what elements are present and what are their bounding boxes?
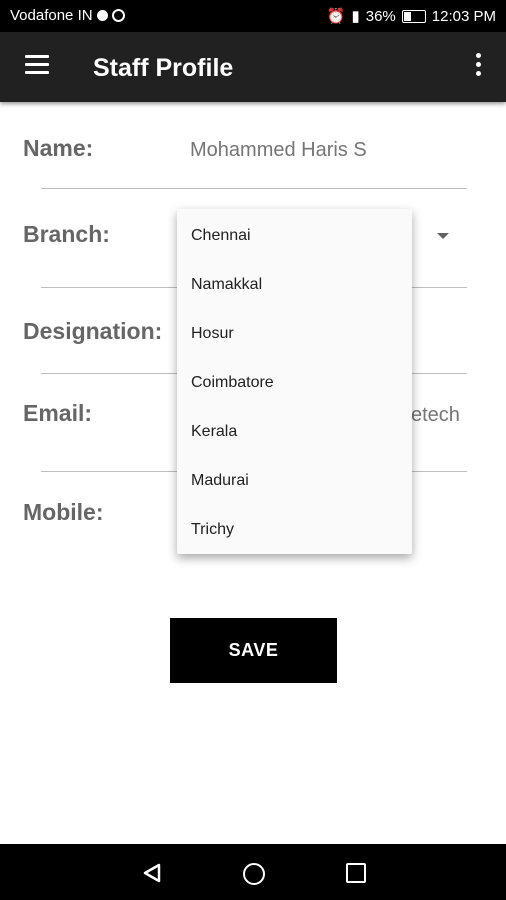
dropdown-option-namakkal[interactable]: Namakkal bbox=[191, 276, 262, 294]
status-bar: Vodafone IN ⏰ ▮ 36% 12:03 PM bbox=[0, 0, 506, 32]
name-value[interactable]: Mohammed Haris S bbox=[190, 139, 367, 162]
hamburger-menu-icon[interactable] bbox=[25, 55, 49, 75]
email-value[interactable]: etech bbox=[411, 404, 460, 427]
name-label: Name: bbox=[23, 135, 94, 161]
carrier-label: Vodafone IN bbox=[10, 7, 93, 24]
caret-down-icon[interactable] bbox=[437, 233, 449, 239]
battery-percent: 36% bbox=[365, 7, 396, 25]
divider bbox=[41, 188, 467, 189]
dropdown-option-chennai[interactable]: Chennai bbox=[191, 227, 251, 245]
branch-label: Branch: bbox=[23, 221, 110, 247]
alarm-icon: ⏰ bbox=[326, 8, 346, 25]
dropdown-option-trichy[interactable]: Trichy bbox=[191, 521, 234, 539]
home-circle-icon[interactable] bbox=[243, 863, 265, 885]
sync-icon bbox=[111, 9, 125, 22]
signal-icon: ▮ bbox=[351, 8, 360, 25]
app-bar: Staff Profile bbox=[0, 32, 506, 102]
notification-dot-icon bbox=[96, 10, 108, 21]
dropdown-option-hosur[interactable]: Hosur bbox=[191, 325, 234, 343]
navigation-bar bbox=[0, 844, 506, 900]
clock-time: 12:03 PM bbox=[431, 7, 496, 25]
dropdown-option-coimbatore[interactable]: Coimbatore bbox=[191, 374, 274, 392]
more-vertical-icon[interactable] bbox=[476, 53, 482, 77]
back-triangle-icon[interactable] bbox=[143, 863, 161, 883]
branch-dropdown-menu: Chennai Namakkal Hosur Coimbatore Kerala… bbox=[177, 209, 412, 554]
email-label: Email: bbox=[23, 400, 93, 426]
dropdown-option-madurai[interactable]: Madurai bbox=[191, 472, 249, 490]
mobile-label: Mobile: bbox=[23, 499, 104, 525]
designation-label: Designation: bbox=[23, 318, 163, 344]
dropdown-option-kerala[interactable]: Kerala bbox=[191, 423, 237, 441]
page-title: Staff Profile bbox=[93, 54, 234, 82]
recent-square-icon[interactable] bbox=[346, 863, 366, 883]
battery-icon bbox=[401, 9, 426, 23]
save-button[interactable]: SAVE bbox=[170, 618, 337, 683]
